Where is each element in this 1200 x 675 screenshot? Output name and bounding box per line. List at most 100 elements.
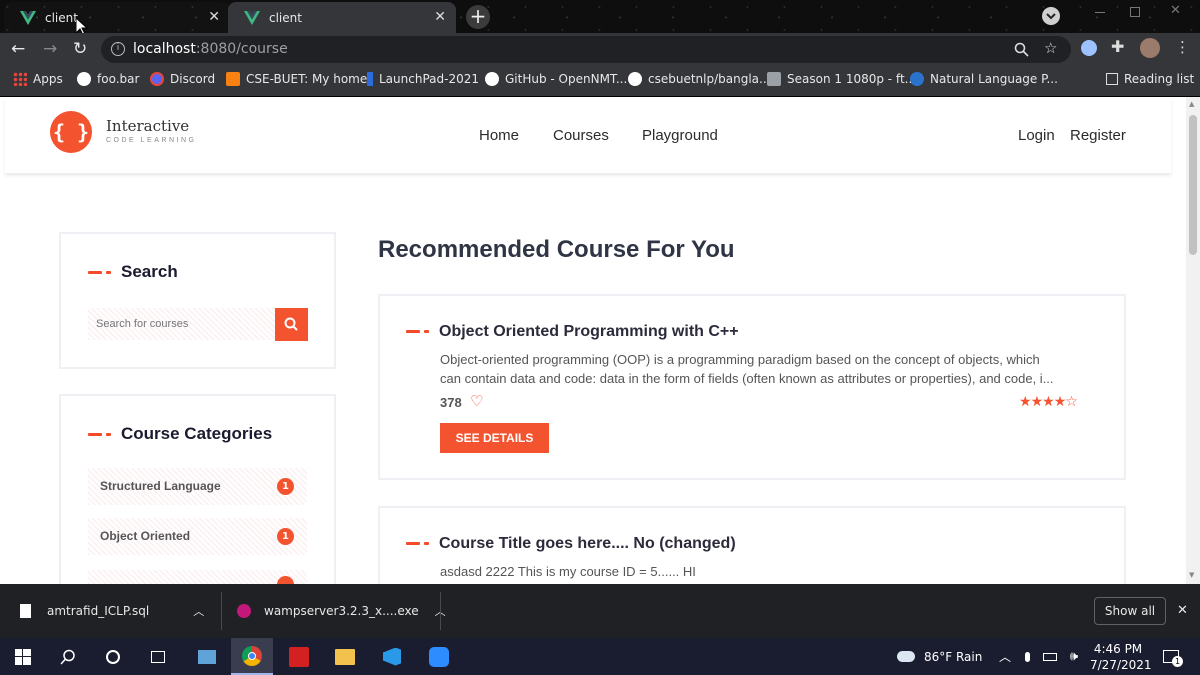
bookmark-cse-buet[interactable]: CSE-BUET: My home (226, 72, 367, 86)
bookmark-nlp[interactable]: Natural Language P... (910, 72, 1058, 86)
course-title-row: Object Oriented Programming with C++ (406, 321, 739, 341)
vue-logo-icon (20, 10, 36, 25)
file-explorer-icon[interactable] (331, 638, 359, 675)
volume-icon[interactable]: 🕪 (1066, 638, 1082, 675)
nav-courses[interactable]: Courses (553, 127, 609, 144)
search-button[interactable] (275, 308, 308, 341)
chrome-taskbar-icon[interactable] (231, 638, 273, 675)
task-view-icon[interactable] (145, 638, 171, 675)
notifications-icon[interactable]: 1 (1160, 638, 1183, 675)
battery-icon[interactable] (1042, 638, 1058, 675)
browser-tab-2[interactable]: client ✕ (228, 2, 456, 33)
bookmark-season1[interactable]: Season 1 1080p - ft... (767, 72, 916, 86)
weather-text[interactable]: 86°F Rain (924, 638, 982, 675)
divider (221, 592, 222, 630)
window-close-icon[interactable]: ✕ (1170, 3, 1181, 18)
cortana-icon[interactable] (100, 638, 126, 675)
page-scrollbar[interactable]: ▲ ▼ (1186, 97, 1200, 584)
minimize-icon[interactable] (1095, 12, 1105, 13)
extensions-puzzle-icon[interactable]: ✚ (1111, 37, 1124, 56)
logo-title: Interactive (106, 117, 190, 135)
login-link[interactable]: Login (1018, 127, 1055, 144)
profile-avatar-icon[interactable] (1140, 38, 1160, 58)
zoom-icon[interactable] (1014, 42, 1029, 57)
chevron-up-icon[interactable]: ︿ (998, 638, 1012, 675)
see-details-button[interactable]: SEE DETAILS (440, 423, 549, 453)
bookmark-launchpad[interactable]: LaunchPad-2021 (367, 72, 479, 86)
download-filename: amtrafid_ICLP.sql (47, 604, 150, 618)
browser-menu-icon[interactable]: ⋮ (1175, 38, 1190, 56)
scroll-down-icon[interactable]: ▼ (1189, 571, 1194, 579)
tab-close-icon[interactable]: ✕ (434, 9, 446, 25)
category-count-badge: 1 (277, 478, 294, 495)
chevron-up-icon[interactable]: ︿ (193, 603, 204, 619)
register-link[interactable]: Register (1070, 127, 1126, 144)
new-tab-button[interactable]: + (466, 5, 490, 29)
maximize-icon[interactable] (1130, 7, 1140, 17)
search-icon[interactable] (55, 638, 81, 675)
tab-close-icon[interactable]: ✕ (208, 9, 220, 25)
file-manager-icon[interactable] (193, 638, 221, 675)
site-logo-icon[interactable]: { } (50, 111, 92, 153)
vscode-icon[interactable] (378, 638, 406, 675)
zoom-app-icon[interactable] (425, 638, 453, 675)
nav-home[interactable]: Home (479, 127, 519, 144)
bookmark-star-icon[interactable]: ☆ (1044, 39, 1057, 57)
nav-playground[interactable]: Playground (642, 127, 718, 144)
category-item[interactable]: Structured Language 1 (88, 468, 307, 505)
acrobat-icon[interactable] (285, 638, 313, 675)
categories-heading-row: Course Categories (88, 424, 272, 444)
category-count-badge: 1 (277, 528, 294, 545)
moodle-icon (226, 72, 240, 86)
star-filled-icon: ★ (1053, 394, 1067, 410)
extension-icon[interactable] (1081, 40, 1097, 56)
weather-icon[interactable] (896, 638, 916, 675)
bookmark-github-opennmt[interactable]: GitHub - OpenNMT... (485, 72, 627, 86)
download-item[interactable]: amtrafid_ICLP.sql ︿ (20, 584, 204, 638)
search-card: Search (59, 232, 336, 369)
github-icon (628, 72, 642, 86)
browser-toolbar: ← → ↻ i localhost:8080/course ☆ ✚ ⋮ (0, 33, 1200, 65)
category-label: Structured Language (100, 479, 221, 493)
course-card: Course Title goes here.... No (changed) … (378, 506, 1126, 584)
bookmark-foobar[interactable]: foo.bar (77, 72, 139, 86)
reading-list-button[interactable]: Reading list (1106, 72, 1194, 86)
close-downloads-icon[interactable]: ✕ (1177, 603, 1188, 618)
address-bar[interactable]: i localhost:8080/course ☆ (101, 36, 1071, 63)
category-item[interactable]: Object Oriented 1 (88, 518, 307, 555)
site-header: { } Interactive CODE LEARNING Home Cours… (5, 97, 1171, 173)
dash-accent-icon (88, 433, 112, 436)
microphone-icon[interactable] (1020, 638, 1034, 675)
bookmark-csebuetnlp[interactable]: csebuetnlp/bangla... (628, 72, 770, 86)
bookmark-discord[interactable]: Discord (150, 72, 215, 86)
course-likes: 378 (440, 395, 462, 410)
course-title[interactable]: Object Oriented Programming with C++ (439, 323, 739, 340)
site-info-icon[interactable]: i (111, 42, 125, 56)
course-title[interactable]: Course Title goes here.... No (changed) (439, 535, 736, 552)
scroll-up-icon[interactable]: ▲ (1189, 100, 1194, 108)
forward-icon[interactable]: → (43, 39, 57, 59)
download-filename: wampserver3.2.3_x....exe (264, 604, 419, 618)
heart-icon[interactable]: ♡ (470, 392, 483, 410)
show-all-button[interactable]: Show all (1094, 597, 1166, 625)
clock[interactable]: 4:46 PM 7/27/2021 (1090, 641, 1152, 673)
reload-icon[interactable]: ↻ (73, 39, 87, 59)
download-bar: amtrafid_ICLP.sql ︿ wampserver3.2.3_x...… (0, 584, 1200, 638)
course-card: Object Oriented Programming with C++ Obj… (378, 294, 1126, 480)
tab-search-icon[interactable] (1042, 7, 1060, 25)
bookmark-apps[interactable]: Apps (13, 72, 63, 86)
dash-accent-icon (406, 330, 430, 333)
search-field[interactable] (88, 308, 275, 340)
course-description: asdasd 2222 This is my course ID = 5....… (440, 564, 696, 579)
wampserver-icon (237, 604, 251, 618)
star-empty-icon: ☆ (1065, 394, 1078, 410)
scrollbar-thumb[interactable] (1189, 115, 1197, 255)
windows-start-icon[interactable] (8, 638, 38, 675)
course-description: Object-oriented programming (OOP) is a p… (440, 352, 1054, 386)
browser-tab-1[interactable]: client ✕ (4, 2, 230, 33)
url-text[interactable]: localhost:8080/course (133, 41, 288, 57)
category-item[interactable] (88, 570, 307, 584)
download-item[interactable]: wampserver3.2.3_x....exe ︿ (237, 584, 446, 638)
back-icon[interactable]: ← (11, 39, 25, 59)
search-input[interactable] (88, 308, 275, 340)
